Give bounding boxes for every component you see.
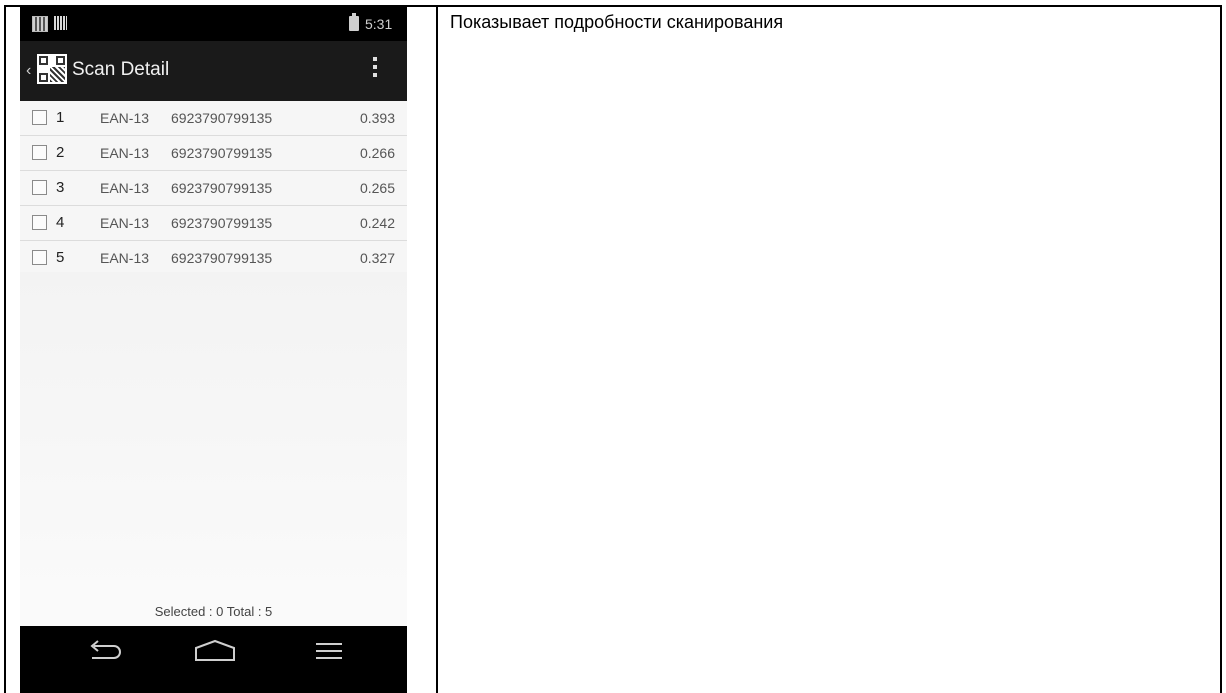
row-index: 3 — [56, 179, 65, 196]
scan-list: 1 EAN-13 6923790799135 0.393 2 EAN-13 69… — [20, 101, 407, 276]
table-row[interactable]: 1 EAN-13 6923790799135 0.393 — [20, 101, 407, 136]
table-row[interactable]: 5 EAN-13 6923790799135 0.327 — [20, 241, 407, 276]
row-code: 6923790799135 — [171, 180, 273, 196]
selection-summary: Selected : 0 Total : 5 — [154, 604, 273, 619]
row-code: 6923790799135 — [171, 250, 273, 266]
row-code: 6923790799135 — [171, 215, 273, 231]
row-time: 0.242 — [359, 215, 395, 231]
app-bar: ‹ Scan Detail — [20, 41, 407, 101]
table-row[interactable]: 3 EAN-13 6923790799135 0.265 — [20, 171, 407, 206]
barcode-notification-icon — [32, 16, 48, 32]
status-bar: 5:31 — [20, 7, 407, 41]
column-divider — [436, 5, 438, 693]
empty-list-area — [20, 272, 407, 649]
nav-menu-icon[interactable] — [314, 638, 344, 664]
nav-home-icon[interactable] — [192, 638, 238, 664]
row-checkbox[interactable] — [32, 215, 47, 230]
page-title: Scan Detail — [72, 59, 170, 80]
row-checkbox[interactable] — [32, 180, 47, 195]
overflow-menu-icon[interactable] — [370, 57, 380, 83]
row-checkbox[interactable] — [32, 250, 47, 265]
qr-code-logo-icon[interactable] — [37, 54, 67, 84]
row-type: EAN-13 — [100, 110, 150, 126]
row-type: EAN-13 — [100, 180, 150, 196]
navigation-bar — [20, 626, 407, 693]
row-code: 6923790799135 — [171, 110, 273, 126]
table-row[interactable]: 2 EAN-13 6923790799135 0.266 — [20, 136, 407, 171]
row-checkbox[interactable] — [32, 110, 47, 125]
row-index: 1 — [56, 109, 65, 126]
row-type: EAN-13 — [100, 250, 150, 266]
row-type: EAN-13 — [100, 215, 150, 231]
row-time: 0.265 — [359, 180, 395, 196]
row-time: 0.393 — [359, 110, 395, 126]
row-index: 5 — [56, 249, 65, 266]
status-time: 5:31 — [365, 16, 393, 32]
battery-icon — [349, 13, 359, 31]
row-code: 6923790799135 — [171, 145, 273, 161]
row-checkbox[interactable] — [32, 145, 47, 160]
nav-back-icon[interactable] — [86, 638, 124, 664]
row-time: 0.266 — [359, 145, 395, 161]
row-time: 0.327 — [359, 250, 395, 266]
phone-screenshot: 5:31 ‹ Scan Detail 1 EAN-13 692379079913… — [20, 7, 407, 693]
signal-icon — [54, 16, 67, 30]
back-chevron-icon[interactable]: ‹ — [26, 61, 31, 81]
row-index: 4 — [56, 214, 65, 231]
row-type: EAN-13 — [100, 145, 150, 161]
description-caption: Показывает подробности сканирования — [450, 12, 784, 32]
row-index: 2 — [56, 144, 65, 161]
table-row[interactable]: 4 EAN-13 6923790799135 0.242 — [20, 206, 407, 241]
